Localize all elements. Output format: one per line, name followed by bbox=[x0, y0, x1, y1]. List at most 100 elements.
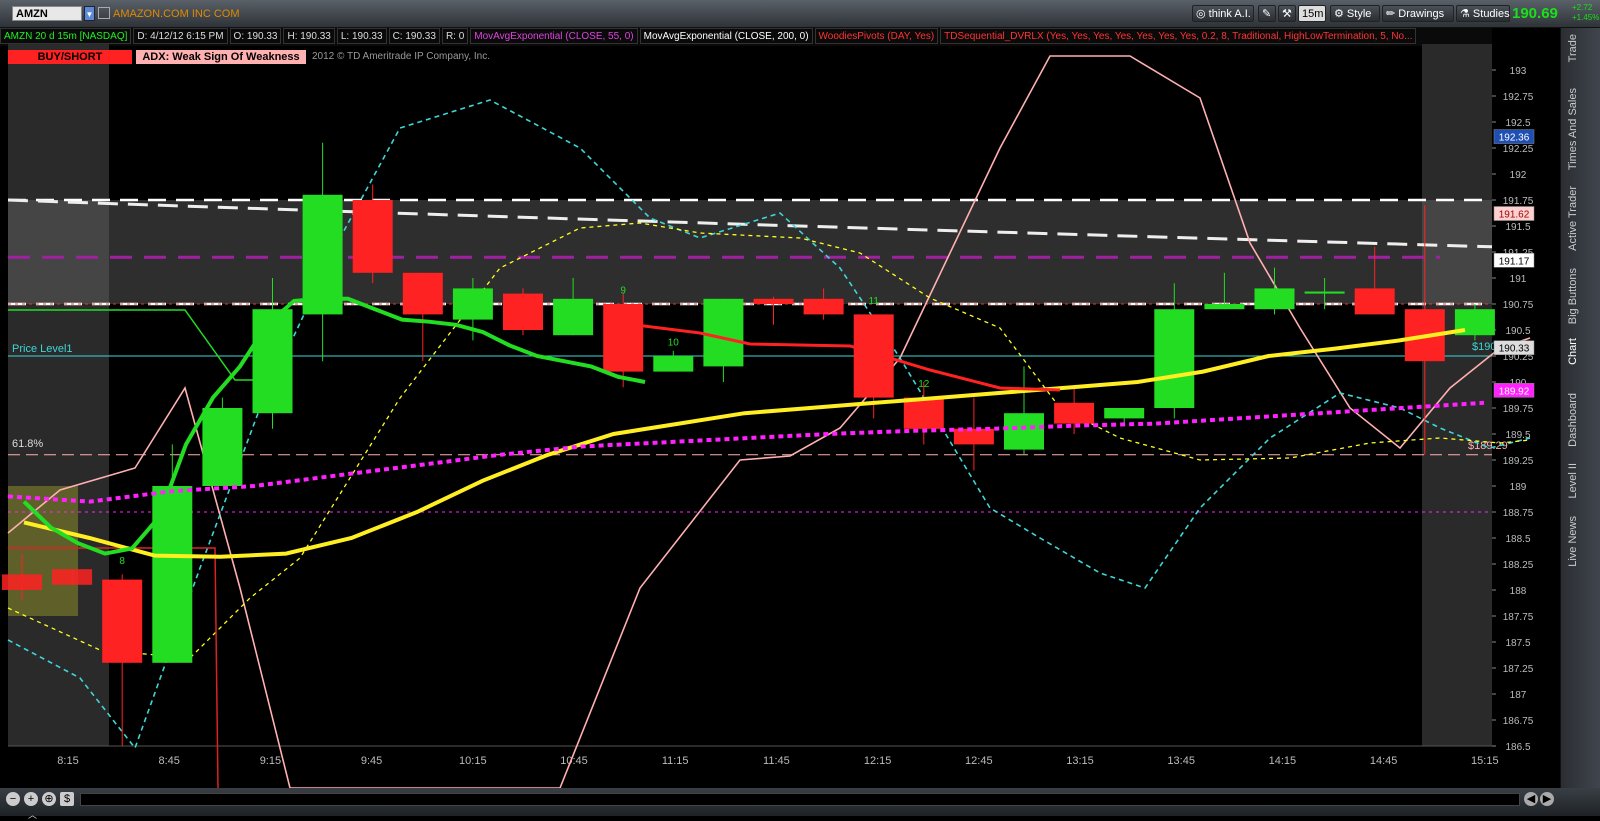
pct-change: +1.45% bbox=[1572, 13, 1600, 22]
y-tick-label: 190.5 bbox=[1505, 326, 1530, 337]
zoom-in-icon[interactable]: + bbox=[24, 792, 38, 806]
style-button[interactable]: ⚙ Style bbox=[1330, 5, 1380, 22]
bottom-bar: − + ⊕ $ ◀ ▶ ︿ bbox=[0, 788, 1600, 820]
y-tick-label: 192.75 bbox=[1503, 92, 1534, 103]
candle-body bbox=[1154, 309, 1195, 408]
x-tick-label: 14:15 bbox=[1269, 755, 1297, 767]
axis-price-tag-label: 190.33 bbox=[1499, 344, 1530, 355]
y-tick-label: 186.75 bbox=[1503, 716, 1534, 727]
candle-body bbox=[903, 397, 944, 429]
premarket-shade bbox=[8, 44, 109, 746]
y-tick-label: 192.25 bbox=[1503, 144, 1534, 155]
y-tick-label: 188.25 bbox=[1503, 560, 1534, 571]
chart-layer: 193192.75192.5192.25192191.75191.5191.25… bbox=[2, 28, 1560, 788]
y-tick-label: 189.75 bbox=[1503, 404, 1534, 415]
y-tick-label: 192.5 bbox=[1505, 118, 1530, 129]
tab-active-trader[interactable]: Active Trader bbox=[1567, 186, 1579, 251]
zoom-fit-icon[interactable]: ⊕ bbox=[42, 792, 56, 806]
axis-price-tag-label: 191.17 bbox=[1499, 256, 1530, 267]
y-tick-label: 188.75 bbox=[1503, 508, 1534, 519]
td-count-label: 8 bbox=[119, 556, 125, 567]
x-tick-label: 13:15 bbox=[1066, 755, 1094, 767]
candle-body bbox=[1304, 291, 1345, 294]
link-square-icon[interactable] bbox=[98, 7, 110, 19]
x-tick-label: 14:45 bbox=[1370, 755, 1398, 767]
y-tick-label: 186.5 bbox=[1505, 742, 1530, 753]
x-tick-label: 12:45 bbox=[965, 755, 993, 767]
candle-body bbox=[603, 304, 644, 372]
axis-price-tag-label: 192.36 bbox=[1499, 133, 1530, 144]
y-tick-label: 192 bbox=[1510, 170, 1527, 181]
candle-body bbox=[52, 569, 93, 585]
axis-price-tag-label: 191.62 bbox=[1499, 210, 1530, 221]
support-zone bbox=[8, 486, 78, 616]
time-scrollbar[interactable] bbox=[80, 793, 1520, 806]
candle-body bbox=[202, 408, 243, 486]
x-tick-label: 15:15 bbox=[1471, 755, 1499, 767]
fib-label: 61.8% bbox=[12, 438, 43, 450]
candle-body bbox=[302, 194, 343, 315]
y-tick-label: 187 bbox=[1510, 690, 1527, 701]
interval-button[interactable]: 15m bbox=[1298, 5, 1326, 22]
scroll-left-icon[interactable]: ◀ bbox=[1524, 792, 1538, 806]
candle-body bbox=[102, 579, 143, 663]
candle-body bbox=[803, 298, 844, 315]
x-tick-label: 12:15 bbox=[864, 755, 892, 767]
magnify-icon: ◎ bbox=[1196, 8, 1209, 20]
candle-body bbox=[352, 200, 393, 273]
pencil-icon: ✏ bbox=[1386, 8, 1399, 20]
tab-big-buttons[interactable]: Big Buttons bbox=[1567, 268, 1579, 324]
tab-level-ii[interactable]: Level II bbox=[1567, 463, 1579, 498]
x-tick-label: 9:45 bbox=[361, 755, 382, 767]
candle-body bbox=[1054, 402, 1095, 424]
candle-body bbox=[553, 298, 594, 336]
ema55-line bbox=[22, 296, 646, 556]
x-tick-label: 10:15 bbox=[459, 755, 487, 767]
adx-signal: ADX: Weak Sign Of Weakness bbox=[136, 50, 306, 64]
wrench-icon[interactable]: ⚒ bbox=[1278, 5, 1296, 22]
y-tick-label: 191 bbox=[1510, 274, 1527, 285]
y-tick-label: 189 bbox=[1510, 482, 1527, 493]
symbol-input[interactable]: AMZN bbox=[12, 6, 82, 21]
td-count-label: 11 bbox=[869, 296, 880, 307]
candle-body bbox=[2, 574, 42, 590]
settings-icon[interactable]: ✎ bbox=[1258, 5, 1276, 22]
x-tick-label: 8:15 bbox=[57, 755, 78, 767]
studies-icon: ⚗ bbox=[1460, 8, 1473, 20]
td-count-label: 12 bbox=[918, 379, 930, 390]
candle-body bbox=[1204, 304, 1245, 310]
candle-body bbox=[252, 309, 293, 414]
copyright-text: 2012 © TD Ameritrade IP Company, Inc. bbox=[312, 51, 491, 62]
company-name: AMAZON.COM INC COM bbox=[113, 8, 240, 20]
candle-body bbox=[1354, 288, 1395, 315]
y-tick-label: 187.75 bbox=[1503, 612, 1534, 623]
candle-body bbox=[753, 298, 794, 304]
symbol-dropdown-button[interactable]: ▼ bbox=[84, 6, 95, 21]
candle-body bbox=[1004, 413, 1044, 450]
x-tick-label: 13:45 bbox=[1167, 755, 1195, 767]
x-tick-label: 11:15 bbox=[662, 755, 689, 767]
y-tick-label: 189.25 bbox=[1503, 456, 1534, 467]
afterhours-shade bbox=[1422, 44, 1492, 746]
y-tick-label: 191.5 bbox=[1505, 222, 1530, 233]
tab-times-and-sales[interactable]: Times And Sales bbox=[1567, 88, 1579, 170]
td-count-label: 10 bbox=[668, 338, 680, 349]
y-tick-label: 191.75 bbox=[1503, 196, 1534, 207]
last-price: 190.69 bbox=[1512, 5, 1558, 22]
y-tick-label: 190.75 bbox=[1503, 300, 1534, 311]
tab-chart[interactable]: Chart bbox=[1567, 338, 1579, 365]
drawings-button[interactable]: ✏ Drawings bbox=[1382, 5, 1454, 22]
studies-button[interactable]: ⚗ Studies bbox=[1456, 5, 1510, 22]
candle-body bbox=[1104, 408, 1145, 419]
scroll-right-icon[interactable]: ▶ bbox=[1540, 792, 1554, 806]
dollar-icon[interactable]: $ bbox=[60, 792, 74, 806]
think-ai-button[interactable]: ◎ think A.I. bbox=[1192, 5, 1254, 22]
zoom-out-icon[interactable]: − bbox=[6, 792, 20, 806]
top-toolbar: AMZN ▼ AMAZON.COM INC COM ◎ think A.I. ✎… bbox=[0, 0, 1600, 28]
price-chart[interactable]: 193192.75192.5192.25192191.75191.5191.25… bbox=[0, 28, 1560, 788]
candle-body bbox=[503, 293, 543, 330]
tab-live-news[interactable]: Live News bbox=[1567, 516, 1579, 567]
tab-dashboard[interactable]: Dashboard bbox=[1567, 393, 1579, 447]
tab-trade[interactable]: Trade bbox=[1567, 34, 1579, 62]
chevron-up-icon[interactable]: ︿ bbox=[28, 808, 37, 821]
